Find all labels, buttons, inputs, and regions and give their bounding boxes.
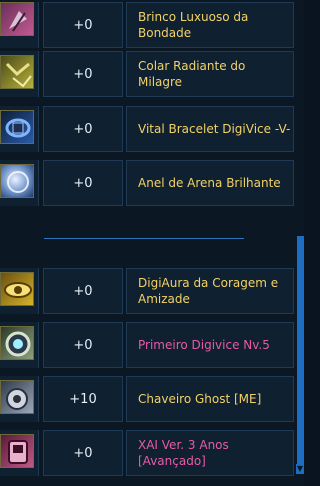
- list-item[interactable]: +0 Primeiro Digivice Nv.5: [0, 322, 294, 368]
- enhance-level: +0: [43, 430, 123, 476]
- list-item[interactable]: +0 Vital Bracelet DigiVice -V-: [0, 106, 294, 152]
- enhance-level: +0: [43, 2, 123, 48]
- enhance-level: +0: [43, 268, 123, 314]
- item-name: DigiAura da Coragem e Amizade: [126, 268, 294, 314]
- equipment-panel: +0 Brinco Luxuoso da Bondade +0 Colar Ra…: [0, 0, 304, 486]
- list-item[interactable]: +0 XAI Ver. 3 Anos [Avançado]: [0, 430, 294, 476]
- item-name: Chaveiro Ghost [ME]: [126, 376, 294, 422]
- bracelet-icon[interactable]: [0, 110, 34, 144]
- item-icon-cell: [0, 268, 39, 314]
- list-item[interactable]: +0 Brinco Luxuoso da Bondade: [0, 2, 294, 48]
- aura-eye-icon[interactable]: [0, 272, 34, 306]
- item-name: Vital Bracelet DigiVice -V-: [126, 106, 294, 152]
- ring-icon[interactable]: [0, 164, 34, 198]
- earring-icon[interactable]: [0, 2, 34, 36]
- scrollbar-thumb[interactable]: [297, 236, 304, 464]
- list-item[interactable]: +0 Anel de Arena Brilhante: [0, 160, 294, 206]
- necklace-icon[interactable]: [0, 55, 34, 89]
- item-name: Anel de Arena Brilhante: [126, 160, 294, 206]
- enhance-level: +0: [43, 51, 123, 97]
- enhance-level: +0: [43, 322, 123, 368]
- item-icon-cell: [0, 2, 39, 48]
- list-item[interactable]: +0 DigiAura da Coragem e Amizade: [0, 268, 294, 314]
- enhance-level: +0: [43, 106, 123, 152]
- item-icon-cell: [0, 322, 39, 368]
- list-item[interactable]: +10 Chaveiro Ghost [ME]: [0, 376, 294, 422]
- item-name: XAI Ver. 3 Anos [Avançado]: [126, 430, 294, 476]
- item-icon-cell: [0, 430, 39, 476]
- item-name: Brinco Luxuoso da Bondade: [126, 2, 294, 48]
- scroll-down-arrow-icon[interactable]: ▼: [296, 464, 304, 474]
- item-icon-cell: [0, 376, 39, 422]
- keychain-icon[interactable]: [0, 380, 34, 414]
- item-icon-cell: [0, 51, 39, 97]
- item-icon-cell: [0, 106, 39, 152]
- section-divider: [44, 238, 244, 239]
- item-icon-cell: [0, 160, 39, 206]
- xai-device-icon[interactable]: [0, 434, 34, 468]
- enhance-level: +0: [43, 160, 123, 206]
- list-item[interactable]: +0 Colar Radiante do Milagre: [0, 51, 294, 97]
- digivice-icon[interactable]: [0, 326, 34, 360]
- item-name: Primeiro Digivice Nv.5: [126, 322, 294, 368]
- enhance-level: +10: [43, 376, 123, 422]
- item-name: Colar Radiante do Milagre: [126, 51, 294, 97]
